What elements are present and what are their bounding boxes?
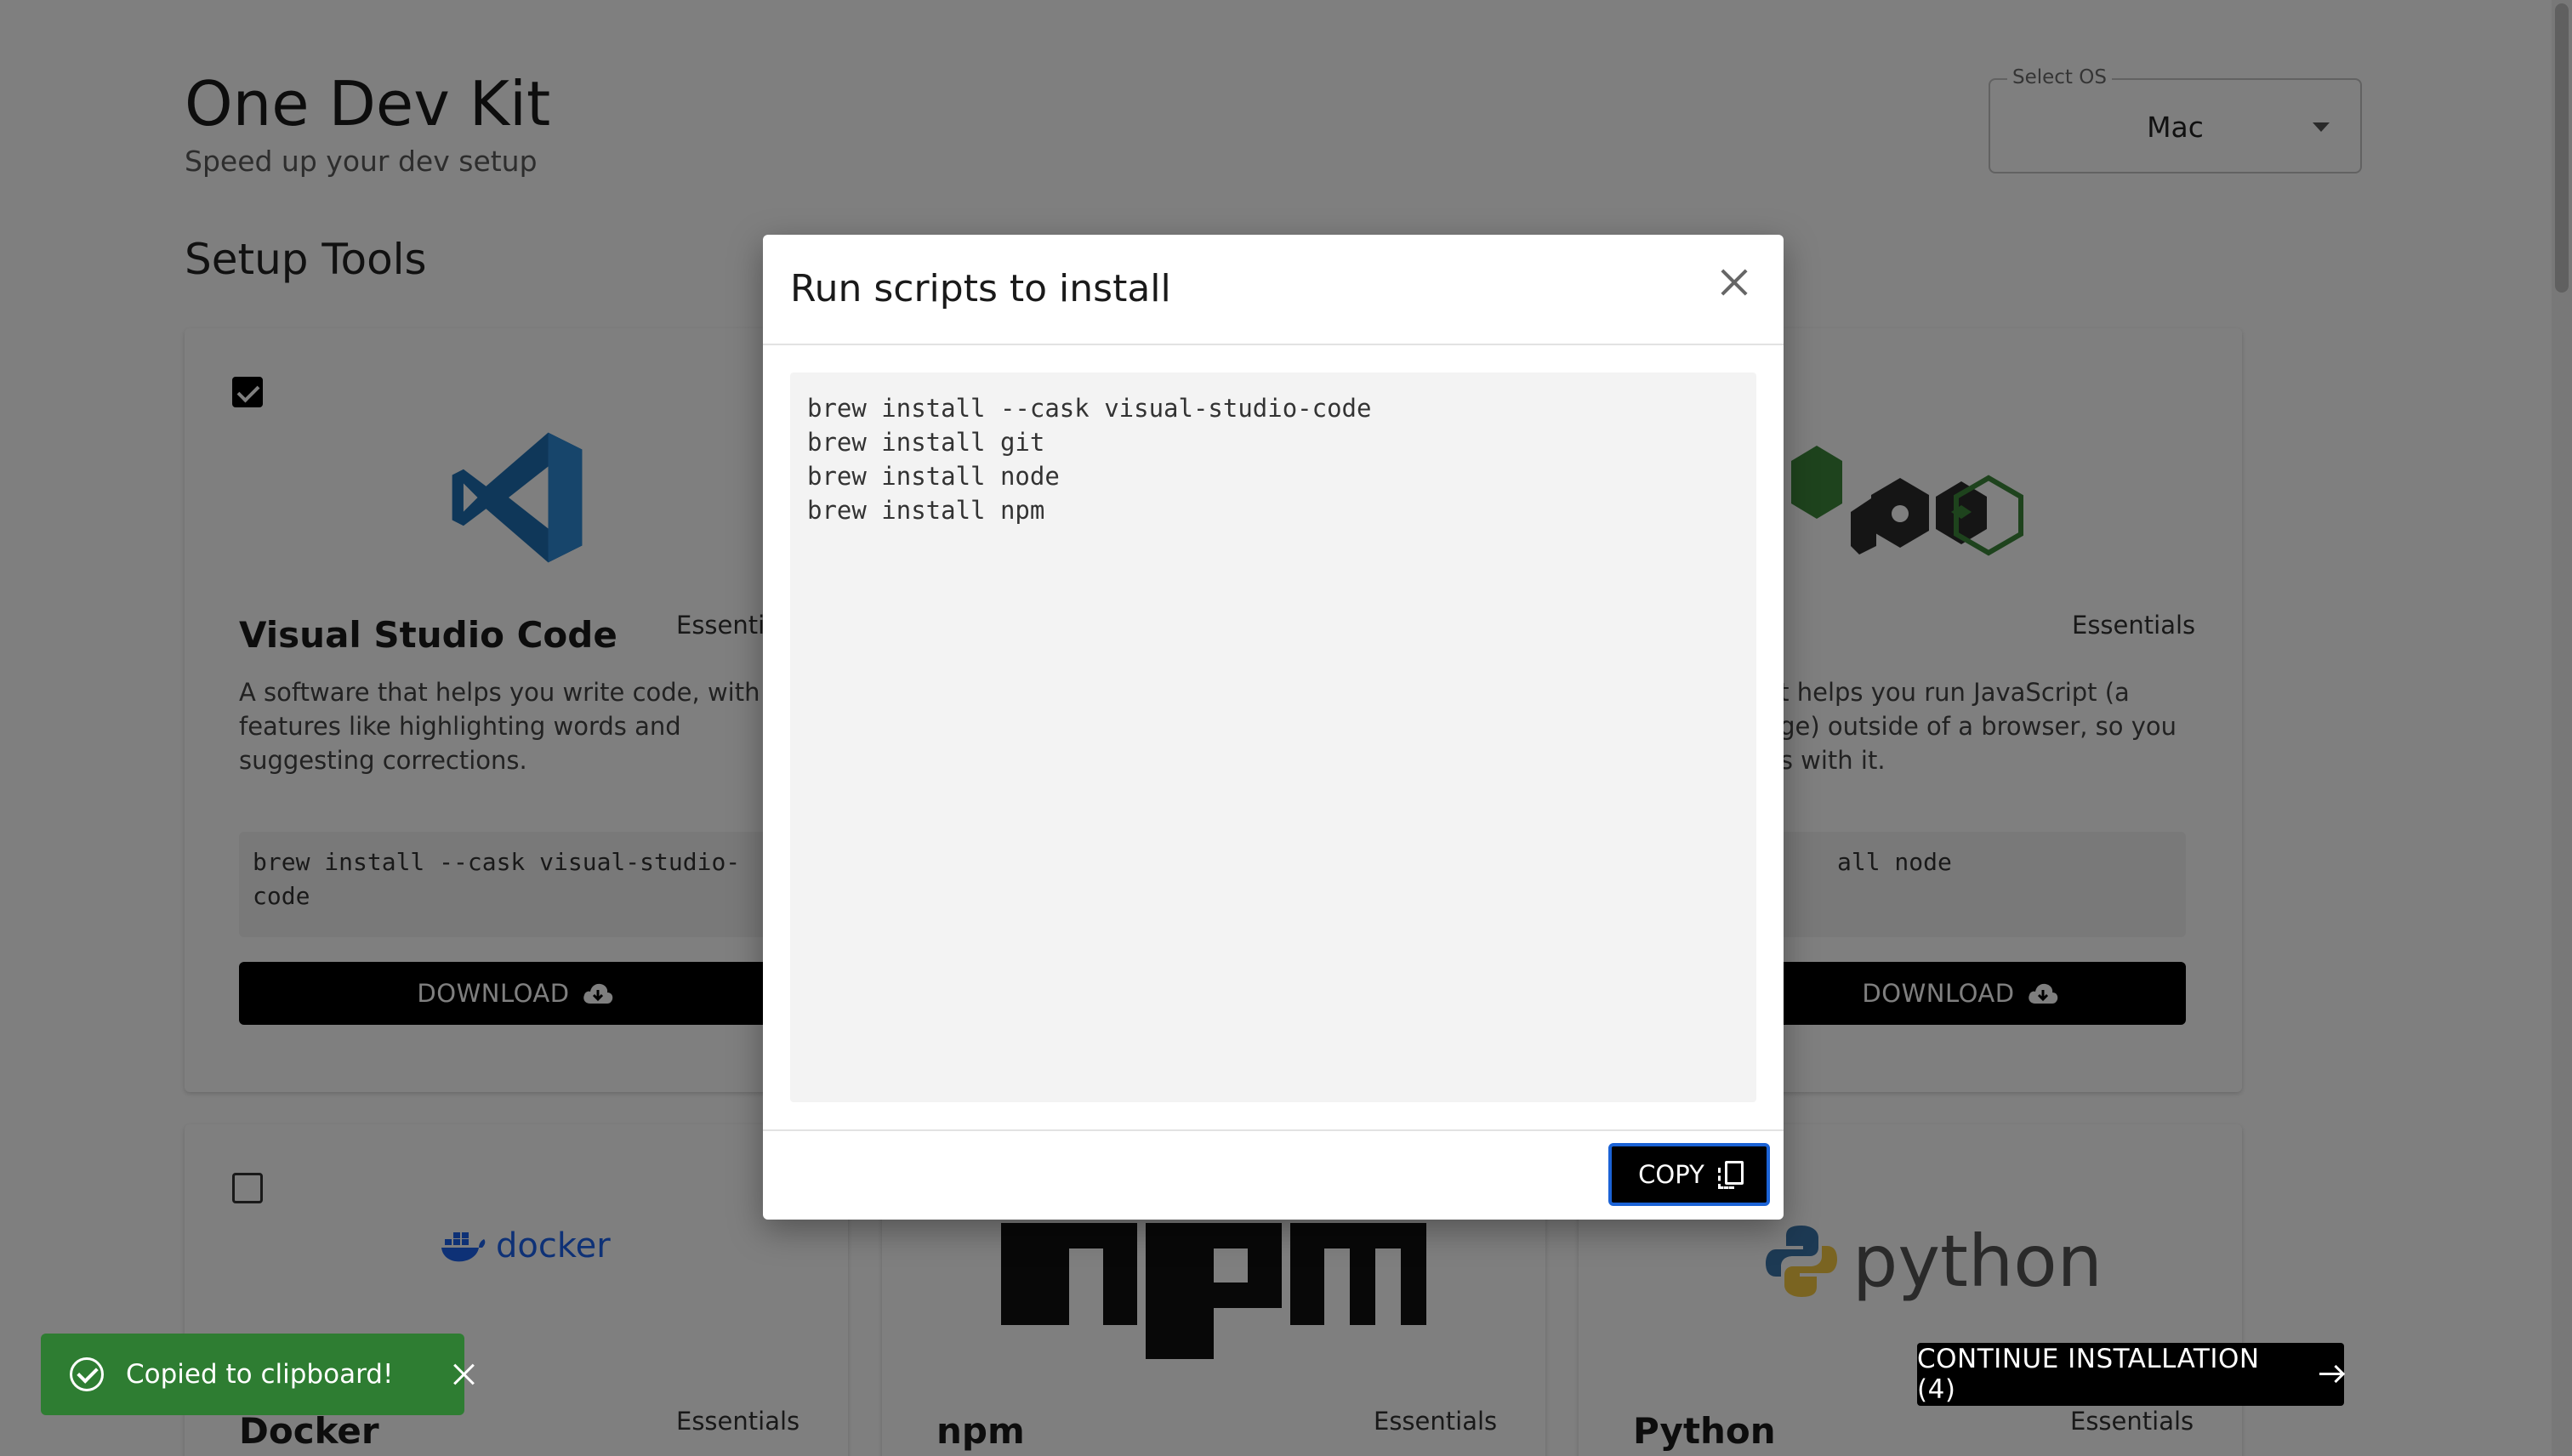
script-line: brew install --cask visual-studio-code <box>807 394 1372 423</box>
toast-notification: Copied to clipboard! <box>41 1334 464 1415</box>
check-circle-icon <box>70 1357 104 1391</box>
toast-message: Copied to clipboard! <box>126 1359 394 1390</box>
install-scripts-modal: Run scripts to install brew install --ca… <box>763 235 1784 1220</box>
modal-header-divider <box>763 344 1784 345</box>
modal-footer-divider <box>763 1129 1784 1131</box>
script-line: brew install npm <box>807 496 1045 525</box>
close-icon[interactable] <box>452 1362 476 1386</box>
continue-button-label: CONTINUE INSTALLATION (4) <box>1917 1344 2260 1405</box>
script-line: brew install node <box>807 462 1060 491</box>
arrow-right-icon <box>2319 1366 2344 1383</box>
script-line: brew install git <box>807 428 1045 457</box>
copy-icon <box>1717 1161 1744 1189</box>
copy-button-label: COPY <box>1638 1160 1704 1189</box>
app-page: One Dev Kit Speed up your dev setup Mac … <box>0 0 2572 1456</box>
copy-button[interactable]: COPY <box>1608 1143 1770 1206</box>
continue-installation-button[interactable]: CONTINUE INSTALLATION (4) <box>1917 1343 2344 1406</box>
modal-title: Run scripts to install <box>790 267 1171 310</box>
install-script-block[interactable]: brew install --cask visual-studio-code b… <box>790 373 1756 1102</box>
close-icon[interactable] <box>1712 260 1756 304</box>
